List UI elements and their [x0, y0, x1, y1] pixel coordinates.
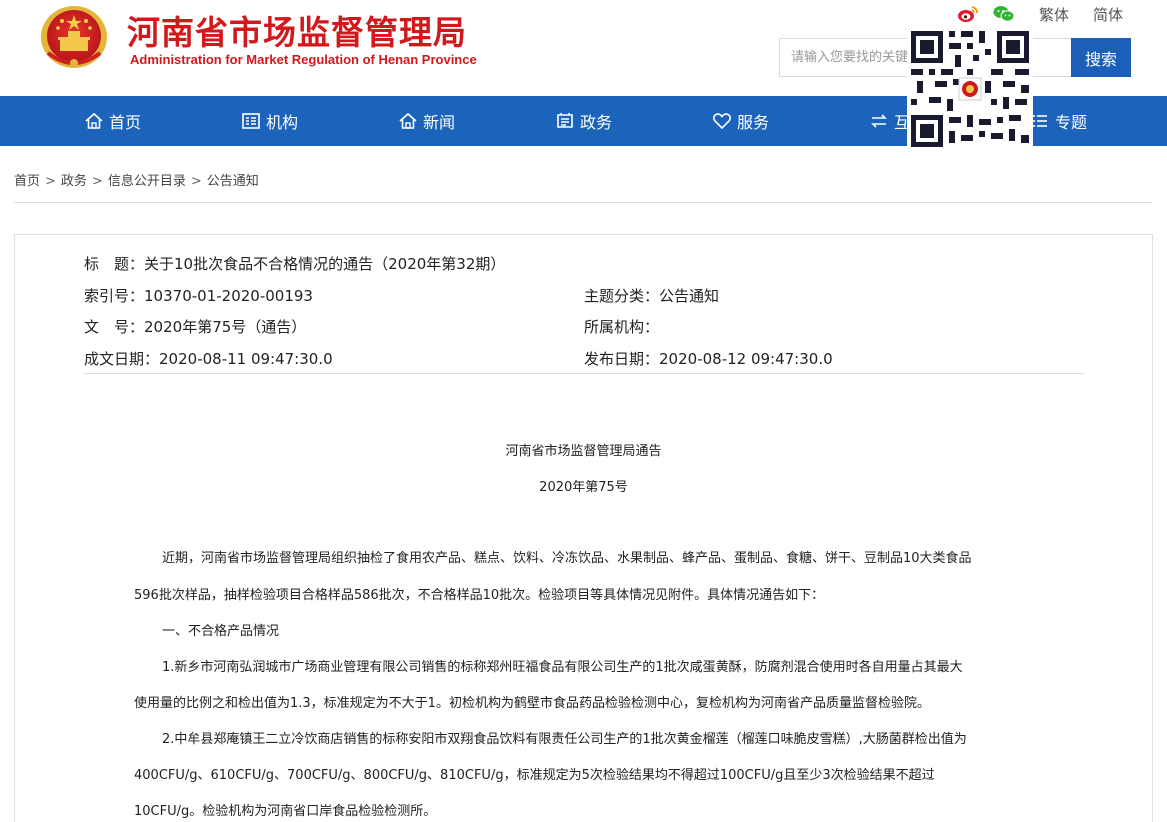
article-heading: 河南省市场监督管理局通告	[505, 444, 662, 459]
home-icon	[85, 112, 103, 129]
breadcrumb-catalog[interactable]: 信息公开目录	[108, 174, 186, 189]
nav-label: 政务	[580, 113, 613, 132]
meta-doc-value: 2020年第75号（通告）	[144, 318, 307, 336]
meta-topic-label: 主题分类：	[584, 287, 660, 305]
nav-label: 机构	[266, 113, 299, 132]
article-line: 使用量的比例之和检出值为1.3，标准规定为不大于1。初检机构为鹤壁市食品药品检验…	[134, 696, 930, 711]
breadcrumb-home[interactable]: 首页	[14, 174, 40, 189]
nav-item-topic[interactable]: 专题	[1030, 96, 1087, 146]
meta-title-label: 标 题：	[84, 255, 145, 273]
search-button[interactable]: 搜索	[1071, 38, 1131, 77]
meta-published-label: 发布日期：	[584, 350, 660, 368]
nav-label: 服务	[737, 113, 770, 132]
nav-item-home[interactable]: 首页	[84, 96, 141, 146]
meta-index-label: 索引号：	[84, 287, 145, 305]
heart-icon	[712, 113, 732, 130]
meta-created: 成文日期：2020-08-11 09:47:30.0	[84, 348, 333, 369]
meta-index-value: 10370-01-2020-00193	[144, 287, 313, 305]
breadcrumb-divider	[14, 202, 1153, 203]
meta-doc-number: 文 号：2020年第75号（通告）	[84, 316, 306, 337]
breadcrumb-separator: >	[91, 174, 103, 189]
nav-item-org[interactable]: 机构	[241, 96, 298, 146]
wechat-icon[interactable]	[993, 5, 1015, 23]
weibo-icon[interactable]	[957, 5, 979, 23]
breadcrumb-separator: >	[45, 174, 56, 189]
nav-label: 首页	[109, 113, 142, 132]
site-logo-subtitle: Administration for Market Regulation of …	[130, 52, 477, 67]
breadcrumb-separator: >	[190, 174, 202, 189]
simplified-chinese-link[interactable]: 简体	[1093, 4, 1123, 25]
meta-created-label: 成文日期：	[84, 350, 160, 368]
qr-code-icon[interactable]	[907, 27, 1033, 151]
article-line: 近期，河南省市场监督管理局组织抽检了食用农产品、糕点、饮料、冷冻饮品、水果制品、…	[162, 551, 972, 566]
meta-created-value: 2020-08-11 09:47:30.0	[159, 350, 333, 368]
meta-published: 发布日期：2020-08-12 09:47:30.0	[584, 348, 833, 369]
article-line: 400CFU/g、610CFU/g、700CFU/g、800CFU/g、810C…	[134, 768, 935, 783]
meta-doc-label: 文 号：	[84, 318, 145, 336]
news-icon	[399, 112, 417, 129]
article-section-heading: 一、不合格产品情况	[162, 624, 280, 639]
nav-item-interact[interactable]: 互	[869, 96, 910, 146]
traditional-chinese-link[interactable]: 繁体	[1039, 4, 1069, 25]
list-icon	[1033, 115, 1047, 127]
national-emblem-icon[interactable]	[38, 3, 110, 73]
nav-item-gov[interactable]: 政务	[555, 96, 612, 146]
nav-label: 专题	[1055, 113, 1088, 132]
nav-label: 新闻	[423, 113, 456, 132]
breadcrumb: 首页 > 政务 > 信息公开目录 > 公告通知	[14, 170, 259, 189]
breadcrumb-notice[interactable]: 公告通知	[207, 174, 259, 189]
top-links: 繁体 简体	[957, 4, 1137, 24]
article-line: 2.中牟县郑庵镇王二立冷饮商店销售的标称安阳市双翔食品饮料有限责任公司生产的1批…	[162, 732, 967, 747]
meta-title: 标 题：关于10批次食品不合格情况的通告（2020年第32期）	[84, 253, 505, 274]
gov-icon	[557, 113, 573, 128]
org-icon	[242, 113, 260, 129]
nav-item-news[interactable]: 新闻	[398, 96, 455, 146]
article-line: 1.新乡市河南弘润城市广场商业管理有限公司销售的标称郑州旺福食品有限公司生产的1…	[162, 660, 963, 675]
breadcrumb-gov[interactable]: 政务	[61, 174, 87, 189]
meta-title-value: 关于10批次食品不合格情况的通告（2020年第32期）	[144, 255, 506, 273]
meta-published-value: 2020-08-12 09:47:30.0	[659, 350, 833, 368]
meta-org-label: 所属机构：	[584, 318, 660, 336]
meta-org: 所属机构：	[584, 316, 659, 337]
meta-topic: 主题分类：公告通知	[584, 285, 719, 306]
meta-index: 索引号：10370-01-2020-00193	[84, 285, 313, 306]
exchange-icon	[871, 114, 887, 128]
article-line: 10CFU/g。检验机构为河南省口岸食品检验检测所。	[134, 804, 437, 819]
site-logo-title[interactable]: 河南省市场监督管理局	[127, 6, 467, 54]
meta-divider	[84, 373, 1084, 374]
article-number: 2020年第75号	[539, 480, 628, 495]
article-line: 596批次样品，抽样检验项目合格样品586批次，不合格样品10批次。检验项目等具…	[134, 588, 825, 603]
meta-topic-value: 公告通知	[659, 287, 720, 305]
nav-item-service[interactable]: 服务	[712, 96, 769, 146]
